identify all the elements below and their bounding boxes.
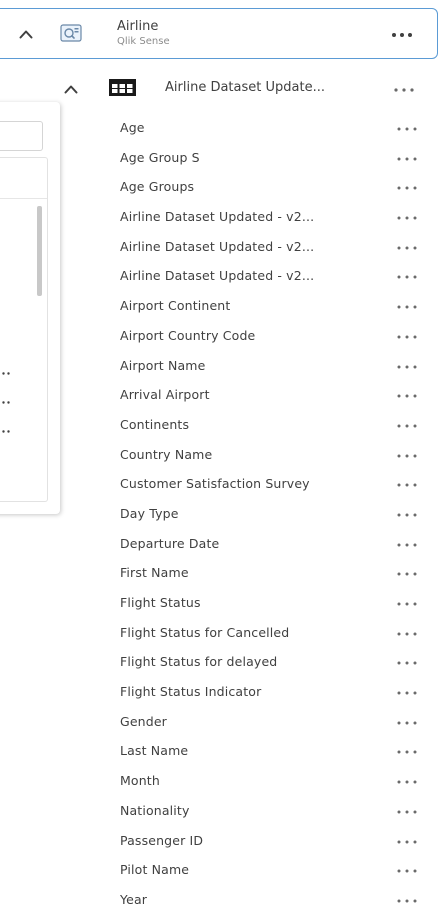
field-label: Airport Continent	[120, 298, 231, 314]
more-horizontal-icon[interactable]	[396, 363, 418, 371]
field-label: Flight Status for Cancelled	[120, 624, 290, 640]
field-label: Year	[120, 891, 148, 906]
field-label: Customer Satisfaction Survey	[120, 476, 310, 492]
more-horizontal-icon[interactable]	[396, 778, 418, 786]
chevron-up-icon[interactable]	[19, 29, 33, 39]
field-row[interactable]: Day Type	[0, 500, 441, 530]
field-row[interactable]: Pilot Name	[0, 856, 441, 886]
field-row[interactable]: Airline Dataset Updated - v2...	[0, 262, 441, 292]
field-label: Airport Country Code	[120, 327, 256, 343]
more-horizontal-icon[interactable]	[396, 303, 418, 311]
field-row[interactable]: Age Group S	[0, 144, 441, 174]
field-row[interactable]: Passenger ID	[0, 827, 441, 857]
data-source-panel: Airline Qlik Sense Airline Dataset Updat…	[0, 0, 441, 906]
field-label: Age Groups	[120, 179, 195, 195]
field-row[interactable]: Gender	[0, 708, 441, 738]
more-horizontal-icon[interactable]	[396, 125, 418, 133]
field-label: Airline Dataset Updated - v2...	[120, 238, 315, 254]
field-row[interactable]: Flight Status Indicator	[0, 678, 441, 708]
source-card-airline[interactable]: Airline Qlik Sense	[0, 8, 438, 59]
field-row[interactable]: First Name	[0, 559, 441, 589]
field-list: Age Age Group S Age Groups Airline Dataset …	[0, 114, 441, 906]
field-label: Arrival Airport	[120, 387, 210, 403]
more-horizontal-icon[interactable]	[396, 184, 418, 192]
more-horizontal-icon[interactable]	[396, 630, 418, 638]
field-label: Airline Dataset Updated - v2...	[120, 268, 315, 284]
field-row[interactable]: Continents	[0, 411, 441, 441]
field-row[interactable]: Airline Dataset Updated - v2...	[0, 203, 441, 233]
more-horizontal-icon[interactable]	[396, 214, 418, 222]
field-label: Flight Status for delayed	[120, 654, 278, 670]
more-horizontal-icon[interactable]	[396, 659, 418, 667]
more-horizontal-icon[interactable]	[396, 422, 418, 430]
field-label: Airport Name	[120, 357, 206, 373]
more-horizontal-icon[interactable]	[396, 155, 418, 163]
field-label: Last Name	[120, 743, 189, 759]
field-row[interactable]: Country Name	[0, 441, 441, 471]
more-horizontal-icon[interactable]	[396, 333, 418, 341]
field-label: Airline Dataset Updated - v2...	[120, 209, 315, 225]
field-label: Departure Date	[120, 535, 220, 551]
field-row[interactable]: Departure Date	[0, 530, 441, 560]
field-label: Nationality	[120, 802, 190, 818]
field-label: Age Group S	[120, 149, 200, 165]
more-horizontal-icon[interactable]	[396, 541, 418, 549]
field-row[interactable]: Airline Dataset Updated - v2...	[0, 233, 441, 263]
field-row[interactable]: Age Groups	[0, 173, 441, 203]
field-row[interactable]: Airport Continent	[0, 292, 441, 322]
more-horizontal-icon[interactable]	[396, 570, 418, 578]
more-horizontal-icon[interactable]	[396, 689, 418, 697]
table-icon	[109, 79, 136, 96]
more-horizontal-icon[interactable]	[396, 808, 418, 816]
field-row[interactable]: Flight Status for delayed	[0, 648, 441, 678]
more-horizontal-icon[interactable]	[396, 897, 418, 905]
field-row[interactable]: Nationality	[0, 797, 441, 827]
more-horizontal-icon[interactable]	[396, 748, 418, 756]
more-horizontal-icon[interactable]	[396, 511, 418, 519]
more-horizontal-icon[interactable]	[396, 867, 418, 875]
field-label: Continents	[120, 416, 190, 432]
more-horizontal-icon[interactable]	[396, 392, 418, 400]
source-title: Airline	[117, 19, 159, 34]
more-horizontal-icon[interactable]	[391, 31, 413, 39]
dataset-title: Airline Dataset Update...	[165, 80, 325, 95]
field-label: Flight Status Indicator	[120, 684, 262, 700]
field-label: Flight Status	[120, 595, 201, 610]
more-horizontal-icon[interactable]	[396, 719, 418, 727]
chevron-up-icon[interactable]	[64, 84, 78, 94]
field-label: Country Name	[120, 446, 213, 462]
field-label: Month	[120, 773, 160, 789]
more-horizontal-icon[interactable]	[396, 273, 418, 281]
field-row[interactable]: Year	[0, 886, 441, 906]
field-row[interactable]: Airport Country Code	[0, 322, 441, 352]
field-row[interactable]: Arrival Airport	[0, 381, 441, 411]
field-label: Gender	[120, 713, 167, 729]
field-label: Day Type	[120, 505, 179, 521]
more-horizontal-icon[interactable]	[396, 452, 418, 460]
field-row[interactable]: Customer Satisfaction Survey	[0, 470, 441, 500]
dataset-row[interactable]: Airline Dataset Update...	[0, 62, 441, 114]
more-horizontal-icon[interactable]	[393, 86, 415, 94]
more-horizontal-icon[interactable]	[396, 481, 418, 489]
more-horizontal-icon[interactable]	[396, 600, 418, 608]
more-horizontal-icon[interactable]	[396, 244, 418, 252]
qlik-app-icon	[60, 24, 82, 42]
field-label: Passenger ID	[120, 832, 204, 848]
field-row[interactable]: Flight Status for Cancelled	[0, 619, 441, 649]
field-label: First Name	[120, 565, 189, 581]
field-label: Pilot Name	[120, 862, 190, 878]
field-label: Age	[120, 120, 145, 135]
field-row[interactable]: Airport Name	[0, 352, 441, 382]
more-horizontal-icon[interactable]	[396, 838, 418, 846]
field-row[interactable]: Flight Status	[0, 589, 441, 619]
field-row[interactable]: Age	[0, 114, 441, 144]
field-row[interactable]: Last Name	[0, 737, 441, 767]
field-row[interactable]: Month	[0, 767, 441, 797]
source-subtitle: Qlik Sense	[117, 36, 170, 47]
